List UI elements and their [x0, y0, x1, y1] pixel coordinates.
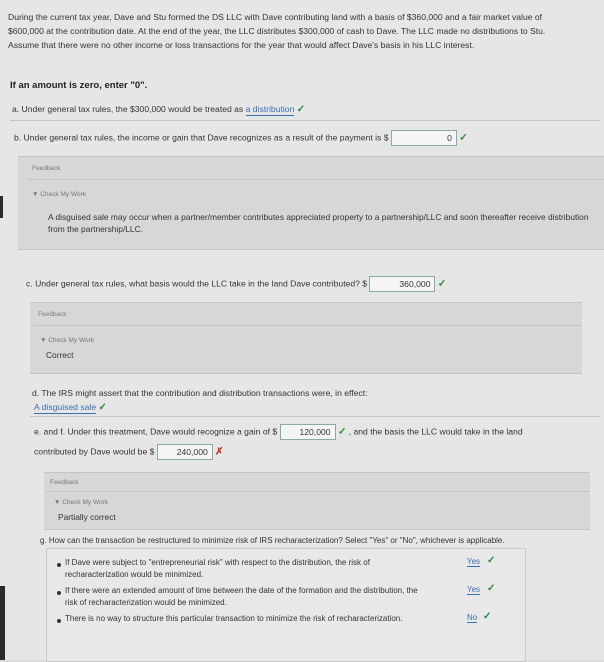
question-b-prompt: b. Under general tax rules, the income o…: [14, 132, 389, 143]
divider: [30, 416, 600, 417]
divider: [46, 491, 590, 492]
divider: [10, 120, 600, 121]
question-f-prompt: contributed by Dave would be $: [34, 446, 155, 457]
problem-statement: During the current tax year, Dave and St…: [8, 12, 546, 50]
left-edge-bar: [0, 196, 3, 218]
feedback-panel-e: Feedback ▼ Check My Work Partially corre…: [44, 472, 590, 530]
check-icon: ✓: [98, 402, 107, 413]
bullet: [57, 563, 61, 567]
g-item-3-select[interactable]: No: [467, 613, 478, 623]
feedback-text-b: A disguised sale may occur when a partne…: [48, 212, 589, 234]
check-icon: ✓: [459, 132, 468, 144]
question-f: contributed by Dave would be $ 240,000 ✗: [34, 444, 224, 460]
question-c: c. Under general tax rules, what basis w…: [26, 276, 446, 292]
answer-d-dropdown[interactable]: A disguised sale: [34, 402, 97, 414]
answer-c-input[interactable]: 360,000: [369, 276, 436, 292]
question-ef: e. and f. Under this treatment, Dave wou…: [34, 424, 523, 440]
g-item-1-line-1: If Dave were subject to "entrepreneurial…: [65, 558, 370, 567]
homework-page: During the current tax year, Dave and St…: [0, 0, 604, 662]
check-my-work-toggle[interactable]: ▼ Check My Work: [54, 499, 108, 506]
zero-instruction: If an amount is zero, enter "0".: [10, 80, 148, 91]
question-ef-prompt-1: e. and f. Under this treatment, Dave wou…: [34, 426, 278, 437]
question-a-prompt: a. Under general tax rules, the $300,000…: [12, 104, 244, 114]
g-item-2-select[interactable]: Yes: [467, 585, 481, 595]
feedback-text-c: Correct: [46, 350, 74, 360]
answer-d-row: A disguised sale ✓: [34, 402, 107, 414]
divider: [34, 325, 582, 326]
answer-b-input[interactable]: 0: [390, 130, 457, 146]
g-item-3-line-1: There is no way to structure this partic…: [65, 614, 403, 623]
question-c-prompt: c. Under general tax rules, what basis w…: [26, 278, 368, 289]
g-item-2-line-1: If there were an extended amount of time…: [65, 586, 418, 595]
cross-icon: ✗: [215, 446, 224, 458]
check-my-work-toggle[interactable]: ▼ Check My Work: [32, 191, 86, 198]
question-b: b. Under general tax rules, the income o…: [14, 130, 468, 146]
check-icon: ✓: [487, 555, 496, 566]
question-ef-prompt-2: , and the basis the LLC would take in th…: [348, 426, 523, 437]
feedback-panel-b: Feedback ▼ Check My Work A disguised sal…: [18, 156, 604, 250]
question-d-prompt: d. The IRS might assert that the contrib…: [32, 388, 368, 398]
question-a: a. Under general tax rules, the $300,000…: [12, 104, 306, 116]
feedback-panel-c: Feedback ▼ Check My Work Correct: [30, 302, 582, 374]
answer-e-input[interactable]: 120,000: [279, 424, 336, 440]
feedback-text-e: Partially correct: [58, 512, 116, 522]
bullet: [57, 619, 61, 623]
check-icon: ✓: [437, 278, 447, 290]
g-item-2-line-2: risk of recharacterization would be mini…: [65, 598, 227, 607]
bullet: [57, 591, 61, 595]
check-icon: ✓: [487, 583, 496, 594]
check-icon: ✓: [337, 426, 347, 438]
g-item-1-line-2: recharacterization would be minimized.: [65, 570, 204, 579]
check-icon: ✓: [483, 611, 492, 622]
feedback-title: Feedback: [50, 479, 79, 486]
feedback-title: Feedback: [38, 311, 67, 318]
feedback-title: Feedback: [32, 165, 61, 172]
check-my-work-toggle[interactable]: ▼ Check My Work: [40, 337, 94, 344]
question-g-panel: If Dave were subject to "entrepreneurial…: [46, 548, 526, 662]
g-item-1-select[interactable]: Yes: [467, 557, 481, 567]
question-d: d. The IRS might assert that the contrib…: [32, 388, 368, 398]
question-g-prompt: g. How can the transaction be restructur…: [40, 536, 505, 545]
check-icon: ✓: [296, 104, 306, 115]
left-edge-bar: [0, 586, 5, 660]
answer-a-dropdown[interactable]: a distribution: [245, 104, 295, 116]
answer-f-input[interactable]: 240,000: [156, 444, 213, 460]
divider: [28, 179, 604, 180]
